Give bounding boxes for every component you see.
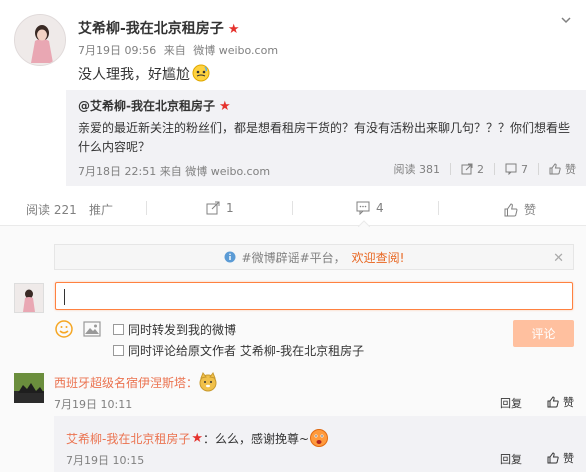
repost-source-prefix: 来自 xyxy=(159,165,182,178)
repost-option-label[interactable]: 同时转发到我的微博 xyxy=(128,321,236,338)
repost-author[interactable]: @艾希柳-我在北京租房子 ★ xyxy=(78,97,231,114)
commenter-name[interactable]: 西班牙超级名宿伊涅斯塔： xyxy=(54,374,198,391)
divider xyxy=(438,201,439,215)
post-author[interactable]: 艾希柳-我在北京租房子 ★ xyxy=(78,18,239,38)
repost-comment-button[interactable]: 7 xyxy=(505,163,528,176)
repost-date[interactable]: 7月18日 22:51 xyxy=(78,165,156,178)
repost-checkbox[interactable] xyxy=(113,324,124,335)
caret-up-icon xyxy=(358,220,370,227)
divider xyxy=(494,163,495,175)
repost-share-button[interactable]: 2 xyxy=(461,163,484,176)
thumbs-up-icon xyxy=(504,202,518,216)
repost-source[interactable]: 微博 weibo.com xyxy=(185,165,270,178)
emoji-icon[interactable] xyxy=(55,320,73,338)
repost-author-name[interactable]: @艾希柳-我在北京租房子 xyxy=(78,99,215,113)
close-icon[interactable]: ✕ xyxy=(553,251,564,266)
reply-text: ：么么，感谢挽尊~ xyxy=(203,431,310,446)
verified-star-icon: ★ xyxy=(218,99,231,114)
submit-comment-button[interactable]: 评论 xyxy=(513,320,574,347)
doge-emoji-icon xyxy=(199,372,217,392)
post-source[interactable]: 微博 weibo.com xyxy=(193,44,278,57)
post-text: 没人理我，好尴尬 xyxy=(78,64,210,84)
reads-count: 阅读 221 xyxy=(26,201,77,218)
comment-to-author-option[interactable]: 同时评论给原文作者 艾希柳-我在北京租房子 xyxy=(113,342,364,359)
repost-like-label: 赞 xyxy=(565,163,576,176)
chevron-down-icon[interactable] xyxy=(560,14,572,26)
repost-to-my-weibo-option[interactable]: 同时转发到我的微博 xyxy=(113,321,236,338)
reply-date: 7月19日 10:15 xyxy=(66,454,145,467)
divider xyxy=(292,201,293,215)
comment-icon xyxy=(505,163,517,175)
post-text-content: 没人理我，好尴尬 xyxy=(78,67,190,83)
divider xyxy=(538,163,539,175)
text-cursor xyxy=(64,289,65,305)
repost-count: 1 xyxy=(226,201,234,215)
comment-author-checkbox[interactable] xyxy=(113,345,124,356)
repost-like-button[interactable]: 赞 xyxy=(549,161,576,177)
info-icon xyxy=(224,251,236,263)
post-author-name[interactable]: 艾希柳-我在北京租房子 xyxy=(78,21,224,37)
reply-like-button[interactable]: 赞 xyxy=(547,450,574,466)
comment-button[interactable]: 4 xyxy=(356,201,384,215)
action-bar: 阅读 221 推广 1 4 赞 xyxy=(0,190,586,226)
notice-highlight[interactable]: 欢迎查阅! xyxy=(352,249,405,266)
awkward-emoji-icon xyxy=(192,64,210,82)
comment-reply-button[interactable]: 回复 xyxy=(500,395,522,411)
repost-comment-count: 7 xyxy=(521,162,528,176)
reply-author-name[interactable]: 艾希柳-我在北京租房子 xyxy=(66,430,190,447)
thumbs-up-icon xyxy=(547,396,559,408)
comment-input[interactable] xyxy=(55,282,573,310)
reply-line: 艾希柳-我在北京租房子 ★ ：么么，感谢挽尊~ xyxy=(66,428,329,448)
repost-stats: 阅读 381 2 7 赞 xyxy=(394,161,577,177)
commenter-line: 西班牙超级名宿伊涅斯塔： xyxy=(54,372,218,392)
comment-like-label: 赞 xyxy=(563,396,574,409)
comment-count: 4 xyxy=(376,201,384,215)
like-button[interactable]: 赞 xyxy=(504,201,536,218)
thumbs-up-icon xyxy=(547,452,559,464)
comment-author-option-label[interactable]: 同时评论给原文作者 艾希柳-我在北京租房子 xyxy=(128,342,364,359)
divider xyxy=(146,201,147,215)
repost-icon xyxy=(206,201,220,215)
promote-button[interactable]: 推广 xyxy=(89,201,113,218)
comment-icon xyxy=(356,201,370,215)
notice-text[interactable]: #微博辟谣#平台， xyxy=(242,249,346,266)
promote-label: 推广 xyxy=(89,203,114,217)
my-avatar[interactable] xyxy=(14,283,44,313)
comment-date: 7月19日 10:11 xyxy=(54,398,133,411)
repost-icon xyxy=(461,163,473,175)
repost-share-count: 2 xyxy=(477,162,484,176)
divider xyxy=(450,163,451,175)
submit-label: 评论 xyxy=(531,327,556,341)
rumor-notice[interactable]: #微博辟谣#平台， 欢迎查阅! xyxy=(54,244,574,270)
surprised-emoji-icon xyxy=(310,429,329,447)
author-avatar[interactable] xyxy=(14,14,66,66)
post-source-prefix: 来自 xyxy=(163,44,186,57)
commenter-avatar[interactable] xyxy=(14,373,44,403)
reply-like-label: 赞 xyxy=(563,452,574,465)
thumbs-up-icon xyxy=(549,163,561,175)
repost-text: 亲爱的最近新关注的粉丝们，都是想看租房干货的？有没有活粉出来聊几句？？？你们想看… xyxy=(78,121,571,154)
post-meta: 7月19日 09:56 来自 微博 weibo.com xyxy=(78,42,282,58)
verified-star-icon: ★ xyxy=(227,22,240,37)
reads-label: 阅读 221 xyxy=(26,203,77,217)
post-date[interactable]: 7月19日 09:56 xyxy=(78,44,156,57)
reply-reply-button[interactable]: 回复 xyxy=(500,451,522,467)
like-label: 赞 xyxy=(524,203,537,217)
repost-meta: 7月18日 22:51 来自 微博 weibo.com xyxy=(78,163,270,179)
image-icon[interactable] xyxy=(83,320,101,338)
comment-like-button[interactable]: 赞 xyxy=(547,394,574,410)
repost-button[interactable]: 1 xyxy=(206,201,234,215)
repost-views: 阅读 381 xyxy=(393,163,441,176)
verified-star-icon: ★ xyxy=(191,430,203,446)
